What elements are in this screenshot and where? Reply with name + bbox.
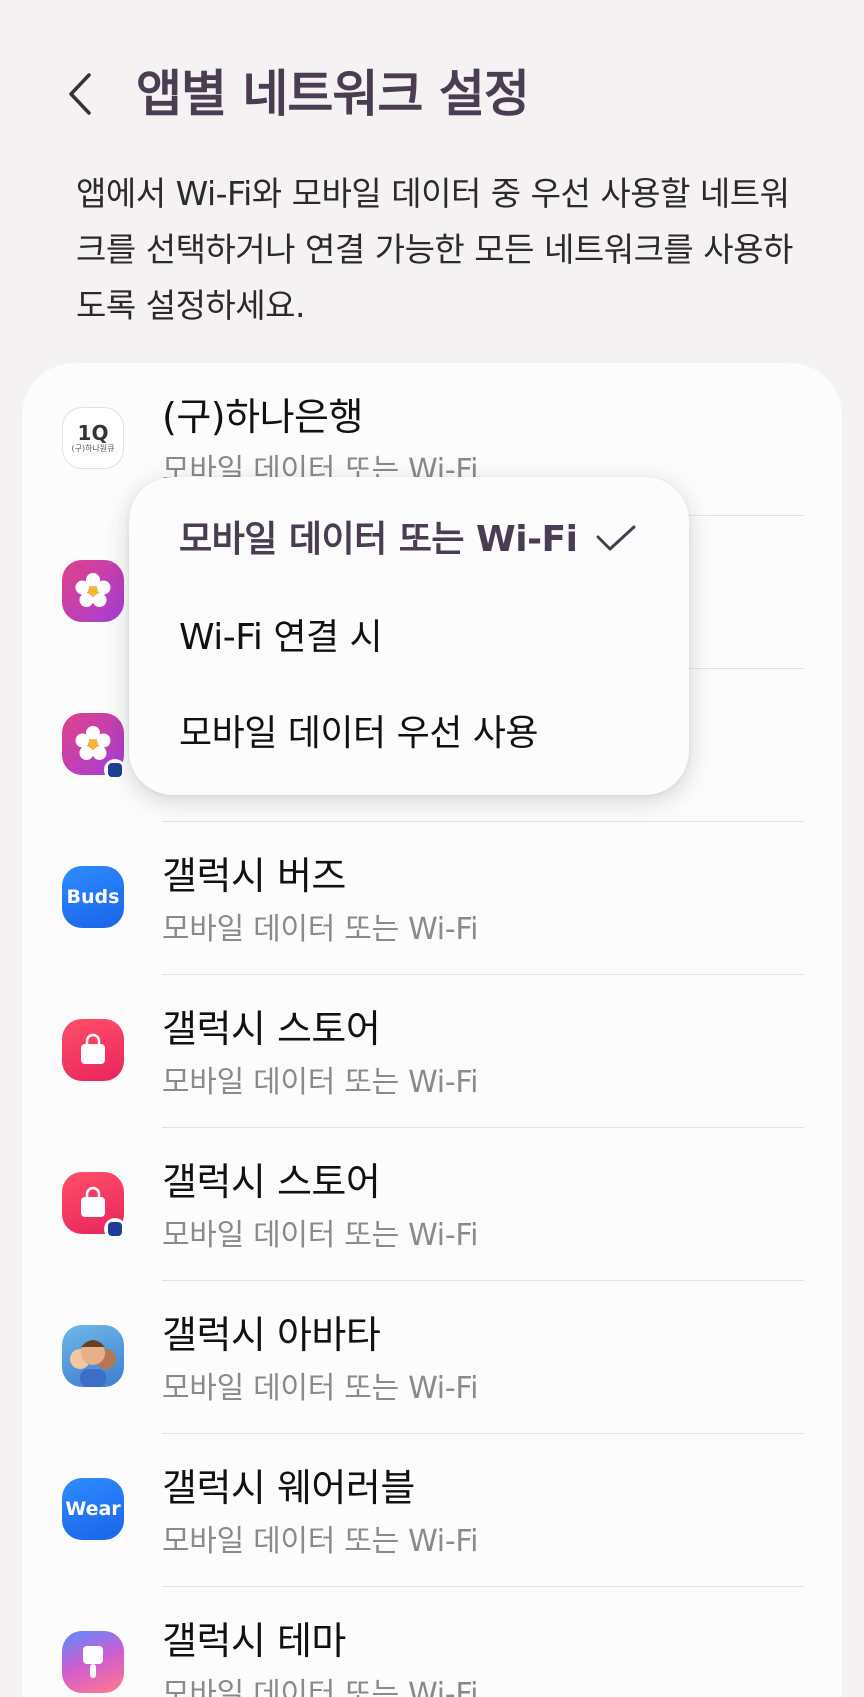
app-network-setting: 모바일 데이터 또는 Wi-Fi [162,1218,479,1253]
app-network-setting: 모바일 데이터 또는 Wi-Fi [162,1065,479,1100]
app-name: (구)하나은행 [162,395,363,439]
dropdown-option-label: 모바일 데이터 우선 사용 [179,713,539,754]
galaxy-themes-icon [62,1631,124,1693]
gallery-icon [62,560,124,622]
network-option-dropdown: 모바일 데이터 또는 Wi-Fi Wi-Fi 연결 시 모바일 데이터 우선 사… [129,477,689,795]
page-title: 앱별 네트워크 설정 [136,65,530,123]
app-name: 갤럭시 아바타 [162,1313,381,1357]
check-icon [596,525,636,551]
dropdown-option-mobile-priority[interactable]: 모바일 데이터 우선 사용 [129,685,689,781]
dropdown-option-wifi-only[interactable]: Wi-Fi 연결 시 [129,589,689,685]
app-list-item-galaxy-store-secure[interactable]: 갤럭시 스토어 모바일 데이터 또는 Wi-Fi [22,1128,842,1281]
hana-bank-icon-text: 1Q [77,421,109,445]
app-network-settings-screen: 앱별 네트워크 설정 앱에서 Wi-Fi와 모바일 데이터 중 우선 사용할 네… [0,0,864,1697]
flower-icon [75,573,111,607]
shopping-bag-icon [81,1186,105,1217]
dropdown-option-label: Wi-Fi 연결 시 [179,617,383,658]
page-description: 앱에서 Wi-Fi와 모바일 데이터 중 우선 사용할 네트워크를 선택하거나 … [76,174,793,325]
app-list-item-galaxy-store[interactable]: 갤럭시 스토어 모바일 데이터 또는 Wi-Fi [22,975,842,1128]
app-network-setting: 모바일 데이터 또는 Wi-Fi [162,1371,479,1406]
app-network-setting: 모바일 데이터 또는 Wi-Fi [162,912,479,947]
galaxy-store-icon [62,1019,124,1081]
app-list-item-galaxy-avatar[interactable]: 갤럭시 아바타 모바일 데이터 또는 Wi-Fi [22,1281,842,1434]
app-name: 갤럭시 웨어러블 [162,1466,415,1510]
paintbrush-icon [83,1646,103,1678]
avatar-faces-icon [70,1340,116,1387]
app-name: 갤럭시 테마 [162,1619,346,1663]
app-name: 갤럭시 버즈 [162,854,346,898]
app-list-item-galaxy-wearable[interactable]: Wear 갤럭시 웨어러블 모바일 데이터 또는 Wi-Fi [22,1434,842,1587]
dropdown-option-label: 모바일 데이터 또는 Wi-Fi [179,519,578,560]
app-network-setting: 모바일 데이터 또는 Wi-Fi [162,1677,479,1697]
secure-folder-badge-icon [104,1218,126,1240]
app-name: 갤럭시 스토어 [162,1007,381,1051]
buds-icon: Buds [62,866,124,928]
hana-bank-icon-subtext: (구)하나원큐 [71,444,115,453]
flower-icon [75,726,111,760]
back-button[interactable] [52,58,108,130]
secure-folder-badge-icon [104,759,126,781]
chevron-left-icon [69,73,91,115]
app-list-item-galaxy-themes[interactable]: 갤럭시 테마 모바일 데이터 또는 Wi-Fi [22,1587,842,1697]
hana-bank-icon: 1Q (구)하나원큐 [62,407,124,469]
app-network-setting: 모바일 데이터 또는 Wi-Fi [162,1524,479,1559]
buds-icon-text: Buds [66,886,120,908]
galaxy-avatar-icon [62,1325,124,1387]
header: 앱별 네트워크 설정 [0,0,864,140]
dropdown-option-mobile-or-wifi[interactable]: 모바일 데이터 또는 Wi-Fi [129,491,689,587]
app-list-item-galaxy-buds[interactable]: Buds 갤럭시 버즈 모바일 데이터 또는 Wi-Fi [22,822,842,975]
shopping-bag-icon [81,1033,105,1064]
app-name: 갤럭시 스토어 [162,1160,381,1204]
wear-icon: Wear [62,1478,124,1540]
wear-icon-text: Wear [65,1498,121,1520]
